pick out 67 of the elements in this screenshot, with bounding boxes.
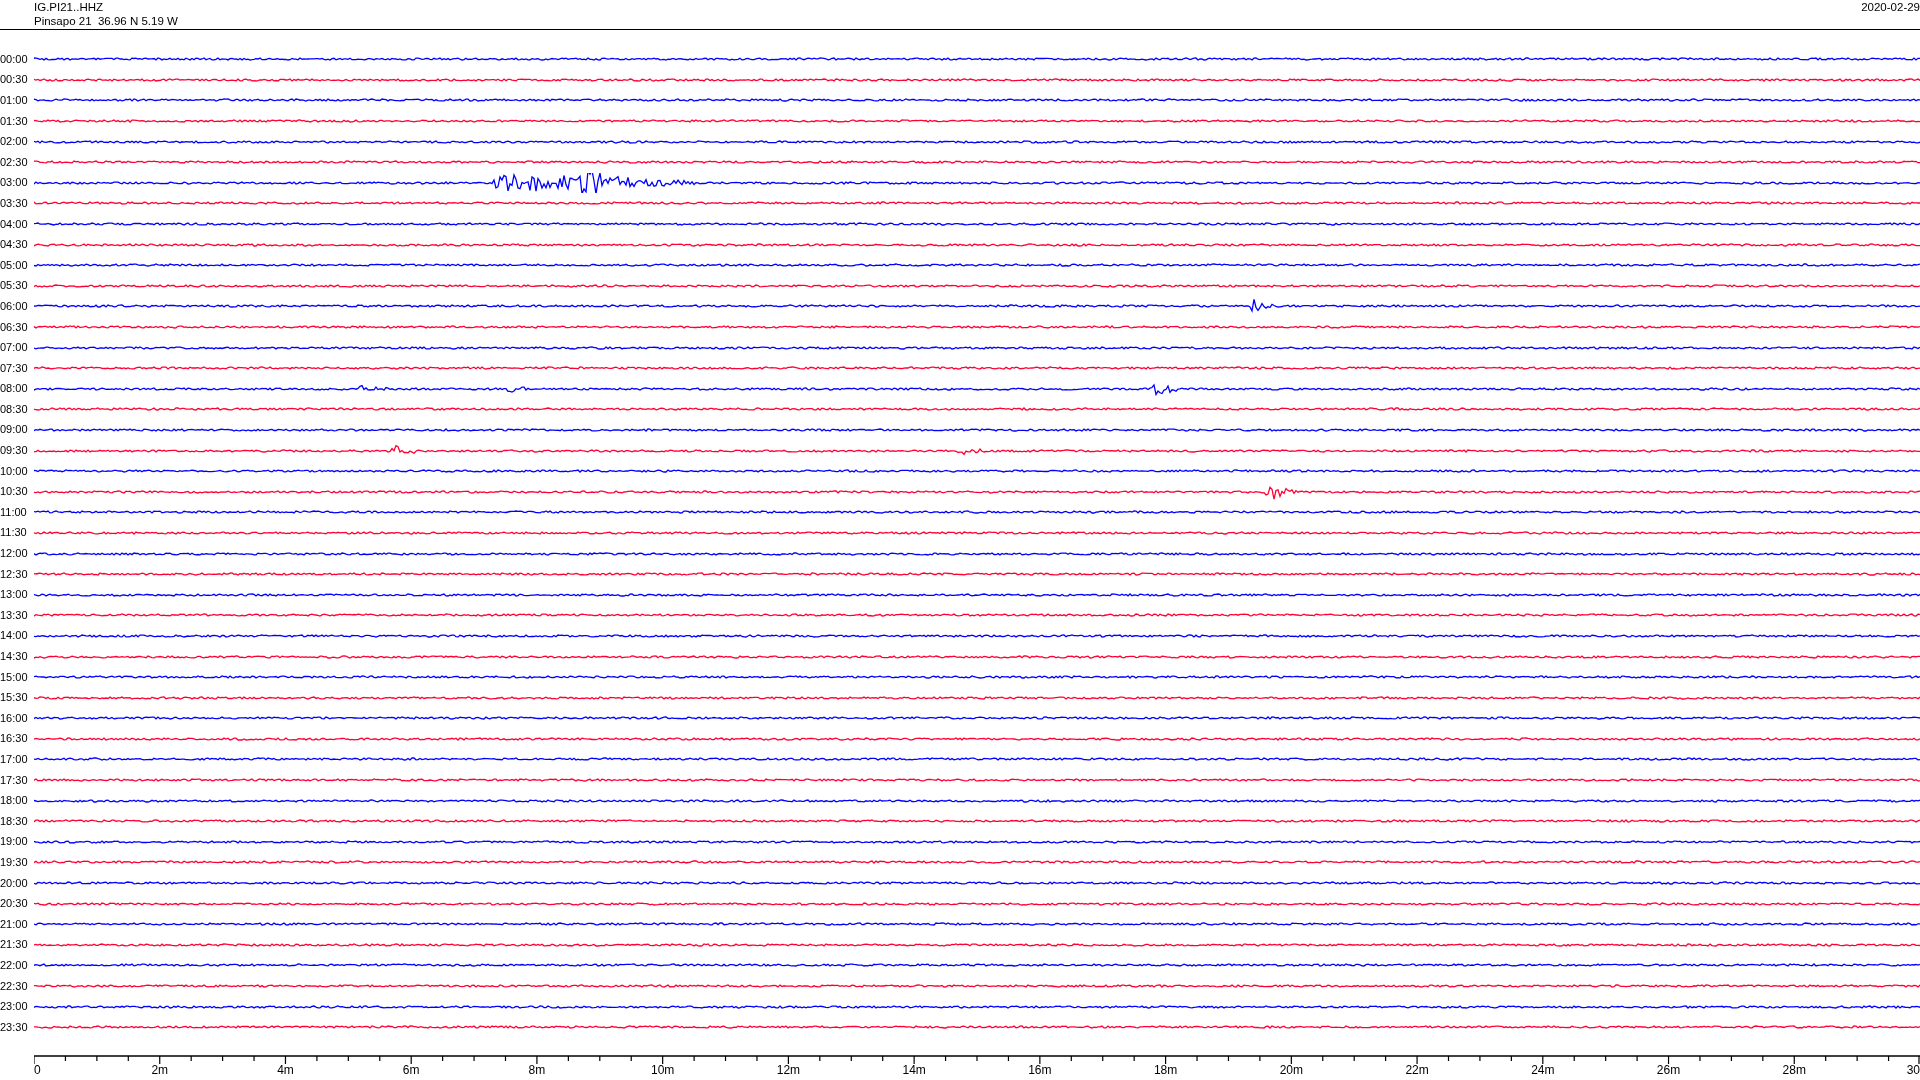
time-label: 06:00	[0, 299, 29, 313]
axis-tick-label: 4m	[277, 1062, 294, 1077]
time-label: 04:30	[0, 238, 29, 252]
axis-tick-label: 28m	[1782, 1062, 1806, 1077]
time-label: 04:00	[0, 217, 29, 231]
time-label: 03:30	[0, 196, 29, 210]
time-label: 15:00	[0, 670, 29, 684]
time-label: 07:30	[0, 361, 29, 375]
axis-tick-label: 8m	[528, 1062, 546, 1077]
time-label: 20:00	[0, 876, 29, 890]
time-label: 06:30	[0, 320, 29, 334]
time-label: 03:00	[0, 176, 29, 190]
time-label: 16:00	[0, 711, 29, 725]
time-label: 10:30	[0, 485, 29, 499]
time-label: 00:00	[0, 52, 29, 66]
time-label: 16:30	[0, 732, 29, 746]
time-label: 13:30	[0, 608, 29, 622]
time-label: 22:00	[0, 958, 29, 972]
time-label: 09:00	[0, 423, 29, 437]
axis-tick-label: 2m	[151, 1062, 169, 1077]
axis-tick-label: 14m	[902, 1062, 926, 1077]
time-label: 21:00	[0, 917, 29, 931]
axis-tick-label: 0	[34, 1062, 41, 1077]
time-label: 08:30	[0, 402, 29, 416]
time-label: 02:00	[0, 135, 29, 149]
time-label: 11:30	[0, 526, 28, 540]
time-label: 18:30	[0, 814, 29, 828]
axis-tick-label: 18m	[1153, 1062, 1178, 1077]
time-label: 19:00	[0, 835, 29, 849]
time-label: 22:30	[0, 979, 29, 993]
time-label: 17:00	[0, 753, 29, 766]
time-label: 01:30	[0, 114, 29, 128]
time-label: 23:30	[0, 1020, 29, 1034]
axis-tick-label: 20m	[1279, 1062, 1303, 1077]
time-label: 05:30	[0, 279, 29, 293]
time-label: 12:00	[0, 547, 29, 561]
time-label: 00:30	[0, 73, 29, 87]
time-label: 19:30	[0, 855, 29, 869]
time-label: 08:00	[0, 382, 29, 396]
axis-tick-label: 22m	[1405, 1062, 1429, 1077]
axis-tick-label: 30	[1906, 1062, 1920, 1077]
time-label: 14:00	[0, 629, 29, 643]
time-label: 14:30	[0, 650, 29, 663]
time-label: 10:00	[0, 464, 29, 478]
axis-tick-label: 10m	[651, 1062, 675, 1077]
time-label: 17:30	[0, 773, 29, 787]
time-label: 18:00	[0, 794, 29, 808]
axis-tick-label: 6m	[402, 1062, 420, 1077]
time-label: 05:00	[0, 258, 29, 272]
time-label: 13:00	[0, 588, 29, 602]
axis-tick-label: 16m	[1028, 1062, 1052, 1077]
time-label: 07:00	[0, 341, 29, 355]
time-label: 01:00	[0, 94, 29, 107]
time-label: 21:30	[0, 938, 29, 952]
axis-tick-label: 24m	[1531, 1062, 1555, 1077]
time-label: 23:00	[0, 1000, 29, 1014]
time-label: 02:30	[0, 155, 29, 169]
channel-code: IG.PI21..HHZ	[34, 0, 105, 14]
time-label: 12:30	[0, 567, 29, 581]
time-label: 15:30	[0, 691, 29, 705]
time-label: 20:30	[0, 897, 29, 911]
axis-tick-label: 26m	[1656, 1062, 1681, 1077]
date-label: 2020-02-29	[1861, 0, 1920, 14]
time-label: 09:30	[0, 444, 29, 458]
time-label: 11:00	[0, 505, 28, 519]
axis-tick-label: 12m	[776, 1062, 801, 1077]
station-info: Pinsapo 21 36.96 N 5.19 W	[34, 14, 178, 28]
